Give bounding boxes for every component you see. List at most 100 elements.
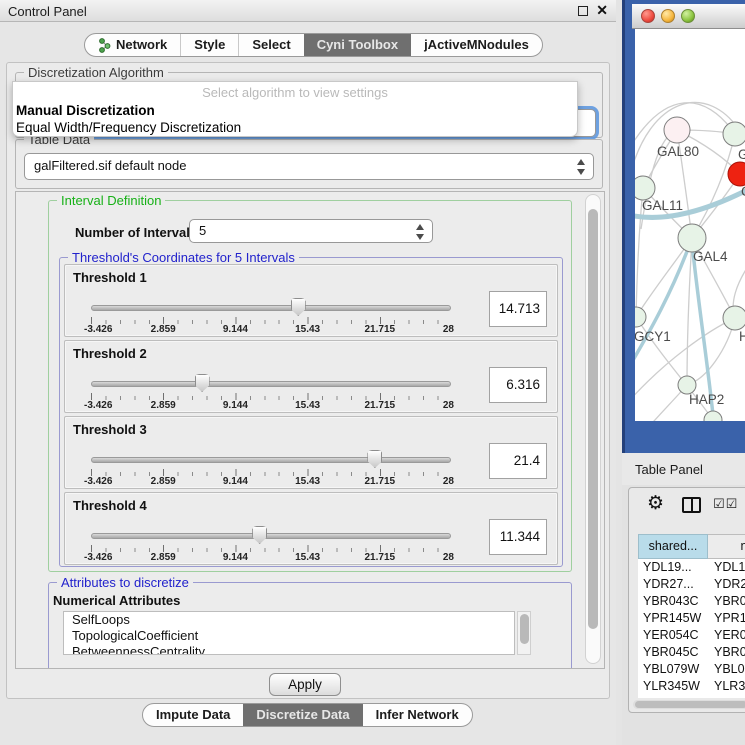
threshold-4-label: Threshold 4 <box>73 498 147 513</box>
threshold-1-value-field[interactable]: 14.713 <box>489 291 547 327</box>
node-table: shared... na YDL19... YDL1 YDR27... YDR2… <box>638 534 745 698</box>
tab-style[interactable]: Style <box>180 34 238 56</box>
column-header-shared-name[interactable]: shared... <box>638 534 708 559</box>
table-row[interactable]: YER054C YER0 <box>638 627 745 644</box>
settings-scrollbar[interactable] <box>585 194 601 664</box>
tab-infer-network-label: Infer Network <box>376 704 459 726</box>
cell-shared-name: YPR145W <box>638 610 708 627</box>
dropdown-prompt: Select algorithm to view settings <box>13 85 577 100</box>
gear-icon[interactable]: ⚙ <box>647 492 664 514</box>
network-icon <box>98 38 111 53</box>
tab-discretize-data-label: Discretize Data <box>256 704 349 726</box>
control-panel-titlebar: Control Panel ✕ <box>0 0 616 22</box>
close-traffic-light-icon[interactable] <box>641 9 655 23</box>
cell-shared-name: YLR345W <box>638 678 708 695</box>
stepper-icon <box>576 158 587 176</box>
table-row[interactable]: YBR045C YBR0 <box>638 644 745 661</box>
columns-icon[interactable] <box>682 497 701 513</box>
cell-shared-name: YIL052C <box>638 695 708 698</box>
dropdown-option-manual[interactable]: Manual Discretization <box>16 103 155 118</box>
node-label-gal11: GAL11 <box>642 198 683 213</box>
threshold-2-slider-thumb[interactable] <box>195 374 210 392</box>
scale-tick-label: 2.859 <box>151 476 176 487</box>
network-node-h[interactable] <box>723 306 745 330</box>
network-window: GAL80 G C GAL11 GAL4 GCY1 H HAP2 <box>622 0 745 453</box>
close-icon[interactable]: ✕ <box>596 2 608 19</box>
number-of-intervals-combobox[interactable]: 5 <box>189 219 433 243</box>
network-node-gal4[interactable] <box>678 224 706 252</box>
numerical-attributes-list: SelfLoops TopologicalCoefficient Between… <box>63 611 515 655</box>
scale-tick-label: -3.426 <box>84 552 112 563</box>
thresholds-group-label: Threshold's Coordinates for 5 Intervals <box>68 250 299 265</box>
zoom-traffic-light-icon[interactable] <box>681 9 695 23</box>
network-node-gcy1[interactable] <box>635 307 646 327</box>
tab-cyni-toolbox[interactable]: Cyni Toolbox <box>304 34 411 56</box>
table-panel-body: ⚙ ☑☑ shared... na YDL19... YDL1 YDR27...… <box>622 485 745 745</box>
threshold-2-box: Threshold 2 -3.426 2.859 9.144 15.43 <box>64 340 558 413</box>
tab-jactivemnodules-label: jActiveMNodules <box>424 34 529 56</box>
table-row[interactable]: YBR043C YBR0 <box>638 593 745 610</box>
cell-name: YER0 <box>708 627 745 644</box>
tab-impute-data[interactable]: Impute Data <box>143 704 243 726</box>
tab-jactivemnodules[interactable]: jActiveMNodules <box>411 34 542 56</box>
apply-button[interactable]: Apply <box>269 673 341 696</box>
cell-shared-name: YBR045C <box>638 644 708 661</box>
network-node-clipped-right[interactable] <box>723 122 745 146</box>
column-header-name[interactable]: na <box>708 534 745 559</box>
cell-name: YDL1 <box>708 559 745 576</box>
network-node-clipped-bottom[interactable] <box>704 411 722 421</box>
scale-tick-label: 28 <box>443 400 454 411</box>
scale-tick-label: 15.43 <box>295 400 320 411</box>
threshold-1-box: Threshold 1 -3.426 2.859 9.144 15.43 <box>64 264 558 337</box>
float-window-icon[interactable] <box>578 6 588 16</box>
table-row[interactable]: YBL079W YBL0 <box>638 661 745 678</box>
table-data-combobox[interactable]: galFiltered.sif default node <box>24 153 594 180</box>
table-data-value: galFiltered.sif default node <box>34 158 186 173</box>
threshold-1-slider-thumb[interactable] <box>291 298 306 316</box>
list-item[interactable]: BetweennessCentrality <box>64 644 514 655</box>
cell-name: YDR2 <box>708 576 745 593</box>
minimize-traffic-light-icon[interactable] <box>661 9 675 23</box>
network-node-gal80[interactable] <box>664 117 690 143</box>
control-panel-window: Control Panel ✕ Network Style Select <box>0 0 616 745</box>
tab-discretize-data[interactable]: Discretize Data <box>243 704 362 726</box>
tab-infer-network[interactable]: Infer Network <box>363 704 472 726</box>
list-item[interactable]: SelfLoops <box>64 612 514 628</box>
table-row[interactable]: YDL19... YDL1 <box>638 559 745 576</box>
tab-select[interactable]: Select <box>238 34 303 56</box>
scale-tick-label: 2.859 <box>151 552 176 563</box>
threshold-3-value-field[interactable]: 21.4 <box>489 443 547 479</box>
node-label-c: C <box>741 184 745 199</box>
scale-tick-label: -3.426 <box>84 400 112 411</box>
table-panel-header: Table Panel <box>622 453 745 485</box>
node-label-h: H <box>739 329 745 344</box>
threshold-4-value-field[interactable]: 11.344 <box>489 519 547 555</box>
cell-shared-name: YDL19... <box>638 559 708 576</box>
network-canvas[interactable]: GAL80 G C GAL11 GAL4 GCY1 H HAP2 <box>635 29 745 421</box>
scale-tick-label: 9.144 <box>223 400 248 411</box>
threshold-4-box: Threshold 4 -3.426 2.859 9.144 15.43 <box>64 492 558 565</box>
slider-ticks <box>91 469 452 476</box>
threshold-3-slider-thumb[interactable] <box>367 450 382 468</box>
table-row[interactable]: YIL052C YIL0 <box>638 695 745 698</box>
cell-name: YIL0 <box>708 695 745 698</box>
network-node-gal11[interactable] <box>635 176 655 200</box>
list-scrollbar[interactable] <box>517 611 531 655</box>
control-panel-tabs: Network Style Select Cyni Toolbox jActiv… <box>84 33 543 57</box>
tab-network[interactable]: Network <box>85 34 180 56</box>
threshold-1-label: Threshold 1 <box>73 270 147 285</box>
table-row[interactable]: YPR145W YPR1 <box>638 610 745 627</box>
scale-tick-label: 15.43 <box>295 324 320 335</box>
checkboxes-icon[interactable]: ☑☑ <box>713 497 738 512</box>
table-row[interactable]: YLR345W YLR3 <box>638 678 745 695</box>
list-item[interactable]: TopologicalCoefficient <box>64 628 514 644</box>
cell-name: YBL0 <box>708 661 745 678</box>
number-of-intervals-label: Number of Intervals <box>75 225 197 240</box>
table-horizontal-scrollbar[interactable] <box>633 700 745 709</box>
node-label-gal4: GAL4 <box>693 249 728 264</box>
threshold-2-value-field[interactable]: 6.316 <box>489 367 547 403</box>
scale-tick-label: 9.144 <box>223 476 248 487</box>
threshold-4-slider-thumb[interactable] <box>252 526 267 544</box>
dropdown-option-equal-width[interactable]: Equal Width/Frequency Discretization <box>16 120 241 135</box>
table-row[interactable]: YDR27... YDR2 <box>638 576 745 593</box>
